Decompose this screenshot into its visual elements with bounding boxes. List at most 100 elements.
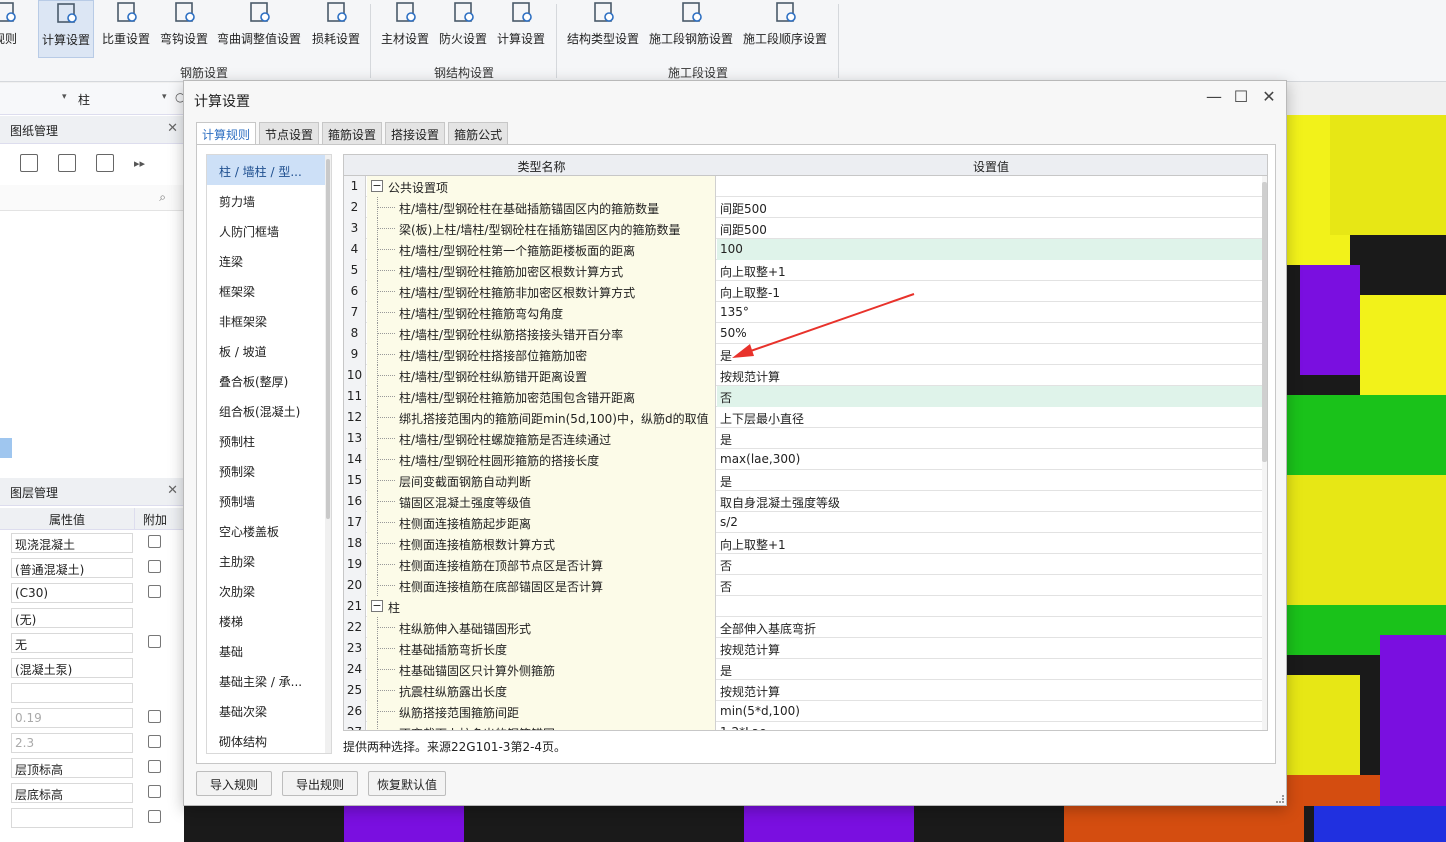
- row-setting-value[interactable]: 否: [717, 386, 1265, 407]
- attr-value-field[interactable]: 0.19: [11, 708, 133, 728]
- category-item[interactable]: 预制柱: [207, 425, 331, 455]
- ribbon-button-main-material[interactable]: 主材设置: [378, 0, 432, 58]
- category-item[interactable]: 预制梁: [207, 455, 331, 485]
- attr-extra-checkbox[interactable]: [148, 785, 161, 798]
- delete-icon[interactable]: [20, 154, 38, 172]
- table-row[interactable]: 4 柱/墙柱/型钢砼柱第一个箍筋距楼板面的距离 100: [344, 239, 1265, 260]
- row-setting-value[interactable]: 否: [717, 554, 1265, 575]
- ribbon-button-calc-settings[interactable]: 计算设置: [38, 0, 94, 58]
- attr-extra-checkbox[interactable]: [148, 760, 161, 773]
- ribbon-button-bend-adjust[interactable]: 弯曲调整值设置: [214, 0, 304, 58]
- locate-icon[interactable]: [96, 154, 114, 172]
- category-item[interactable]: 主肋梁: [207, 545, 331, 575]
- ribbon-button-structure-type[interactable]: 结构类型设置: [564, 0, 642, 58]
- row-setting-value[interactable]: 取自身混凝土强度等级: [717, 491, 1265, 512]
- ribbon-button-weight-settings[interactable]: 比重设置: [98, 0, 154, 58]
- category-item[interactable]: 剪力墙: [207, 185, 331, 215]
- row-setting-value[interactable]: 向上取整+1: [717, 533, 1265, 554]
- category-item[interactable]: 组合板(混凝土): [207, 395, 331, 425]
- attr-value-field[interactable]: (C30): [11, 583, 133, 603]
- category-item[interactable]: 框架梁: [207, 275, 331, 305]
- minimize-icon[interactable]: —: [1202, 87, 1226, 106]
- table-row[interactable]: 20 柱侧面连接植筋在底部锚固区是否计算 否: [344, 575, 1264, 596]
- table-row[interactable]: 26 纵筋搭接范围箍筋间距 min(5*d,100): [344, 701, 1264, 722]
- row-setting-value[interactable]: 全部伸入基底弯折: [717, 617, 1265, 638]
- category-item[interactable]: 柱 / 墙柱 / 型...: [207, 155, 331, 185]
- table-row[interactable]: 25 抗震柱纵筋露出长度 按规范计算: [344, 680, 1264, 701]
- ribbon-button-rules[interactable]: 规则: [0, 0, 22, 58]
- grid-scrollbar[interactable]: [1262, 176, 1267, 730]
- row-setting-value[interactable]: 按规范计算: [717, 680, 1265, 701]
- row-setting-value[interactable]: 否: [717, 575, 1265, 596]
- category-item[interactable]: 预制墙: [207, 485, 331, 515]
- scroll-thumb[interactable]: [1262, 182, 1267, 462]
- attr-value-field[interactable]: (混凝土泵): [11, 658, 133, 678]
- table-row[interactable]: 1− 公共设置项: [344, 176, 1264, 197]
- tab-2[interactable]: 箍筋设置: [322, 122, 383, 144]
- attr-value-field[interactable]: 层底标高: [11, 783, 133, 803]
- tab-1[interactable]: 节点设置: [259, 122, 320, 144]
- table-row[interactable]: 23 柱基础插筋弯折长度 按规范计算: [344, 638, 1264, 659]
- row-setting-value[interactable]: 是: [717, 470, 1265, 491]
- copy-icon[interactable]: [58, 154, 76, 172]
- category-item[interactable]: 基础次梁: [207, 695, 331, 725]
- category-item[interactable]: 次肋梁: [207, 575, 331, 605]
- category-item[interactable]: 砌体结构: [207, 725, 331, 753]
- row-setting-value[interactable]: 间距500: [717, 197, 1265, 218]
- category-item[interactable]: 板 / 坡道: [207, 335, 331, 365]
- scroll-thumb[interactable]: [326, 159, 330, 519]
- table-row[interactable]: 17 柱侧面连接植筋起步距离 s/2: [344, 512, 1264, 533]
- category-item[interactable]: 空心楼盖板: [207, 515, 331, 545]
- table-row[interactable]: 22 柱纵筋伸入基础锚固形式 全部伸入基底弯折: [344, 617, 1264, 638]
- component-combo[interactable]: ▾ 柱 ▾ ○: [0, 83, 185, 115]
- attr-value-field[interactable]: 无: [11, 633, 133, 653]
- tab-3[interactable]: 搭接设置: [385, 122, 446, 144]
- close-icon[interactable]: ✕: [1257, 87, 1281, 106]
- table-row[interactable]: 27 不变截面上柱多出的钢筋锚固 1.2*Lae: [344, 722, 1264, 730]
- table-row[interactable]: 12 绑扎搭接范围内的箍筋间距min(5d,100)中，纵筋d的取值 上下层最小直径: [344, 407, 1264, 428]
- table-row[interactable]: 5 柱/墙柱/型钢砼柱箍筋加密区根数计算方式 向上取整+1: [344, 260, 1264, 281]
- attr-value-field[interactable]: 2.3: [11, 733, 133, 753]
- category-item[interactable]: 人防门框墙: [207, 215, 331, 245]
- chevron-down-icon[interactable]: ▾: [162, 92, 167, 102]
- table-row[interactable]: 18 柱侧面连接植筋根数计算方式 向上取整+1: [344, 533, 1264, 554]
- row-setting-value[interactable]: [717, 596, 1265, 617]
- ribbon-button-segment-rebar[interactable]: 施工段钢筋设置: [646, 0, 736, 58]
- table-row[interactable]: 11 柱/墙柱/型钢砼柱箍筋加密范围包含错开距离 否: [344, 386, 1265, 407]
- table-row[interactable]: 16 锚固区混凝土强度等级值 取自身混凝土强度等级: [344, 491, 1264, 512]
- category-item[interactable]: 连梁: [207, 245, 331, 275]
- category-item[interactable]: 非框架梁: [207, 305, 331, 335]
- import-rules-button[interactable]: 导入规则: [196, 771, 272, 796]
- row-setting-value[interactable]: 间距500: [717, 218, 1265, 239]
- chevron-down-icon[interactable]: ▾: [62, 92, 67, 102]
- tab-0[interactable]: 计算规则: [196, 122, 257, 146]
- ribbon-button-steel-calc[interactable]: 计算设置: [494, 0, 548, 58]
- attr-value-field[interactable]: [11, 808, 133, 828]
- category-item[interactable]: 楼梯: [207, 605, 331, 635]
- category-item[interactable]: 基础主梁 / 承...: [207, 665, 331, 695]
- table-row[interactable]: 3 梁(板)上柱/墙柱/型钢砼柱在插筋锚固区内的箍筋数量 间距500: [344, 218, 1264, 239]
- attr-extra-checkbox[interactable]: [148, 560, 161, 573]
- row-setting-value[interactable]: min(5*d,100): [717, 701, 1265, 722]
- row-setting-value[interactable]: max(lae,300): [717, 449, 1265, 470]
- attr-value-field[interactable]: (无): [11, 608, 133, 628]
- export-rules-button[interactable]: 导出规则: [282, 771, 358, 796]
- attr-extra-checkbox[interactable]: [148, 710, 161, 723]
- ribbon-button-segment-order[interactable]: 施工段顺序设置: [740, 0, 830, 58]
- category-item[interactable]: 叠合板(整厚): [207, 365, 331, 395]
- table-row[interactable]: 19 柱侧面连接植筋在顶部节点区是否计算 否: [344, 554, 1264, 575]
- restore-defaults-button[interactable]: 恢复默认值: [368, 771, 446, 796]
- maximize-icon[interactable]: ☐: [1229, 87, 1253, 106]
- attr-value-field[interactable]: 现浇混凝土: [11, 533, 133, 553]
- row-setting-value[interactable]: 按规范计算: [717, 638, 1265, 659]
- attr-extra-checkbox[interactable]: [148, 810, 161, 823]
- collapse-icon[interactable]: −: [371, 180, 383, 192]
- ribbon-button-hook-settings[interactable]: 弯钩设置: [156, 0, 212, 58]
- attr-extra-checkbox[interactable]: [148, 635, 161, 648]
- close-icon[interactable]: ✕: [167, 483, 178, 498]
- table-row[interactable]: 24 柱基础锚固区只计算外侧箍筋 是: [344, 659, 1264, 680]
- table-row[interactable]: 14 柱/墙柱/型钢砼柱圆形箍筋的搭接长度 max(lae,300): [344, 449, 1264, 470]
- table-row[interactable]: 10 柱/墙柱/型钢砼柱纵筋错开距离设置 按规范计算: [344, 365, 1264, 386]
- close-icon[interactable]: ✕: [167, 121, 178, 136]
- table-row[interactable]: 15 层间变截面钢筋自动判断 是: [344, 470, 1264, 491]
